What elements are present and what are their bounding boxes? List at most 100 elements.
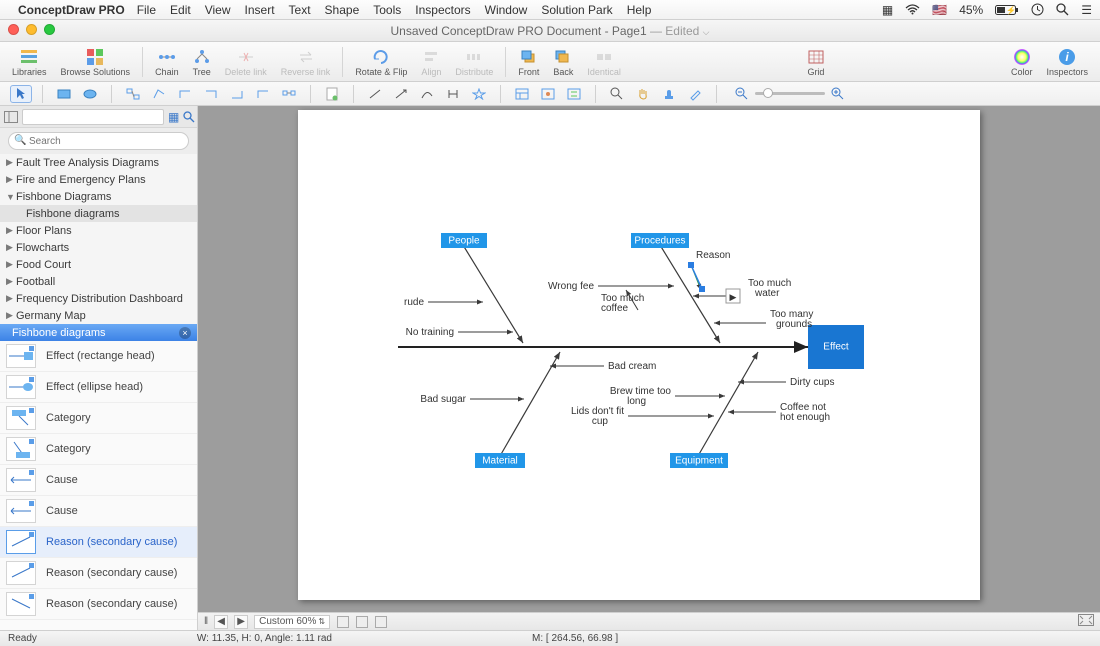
menu-text[interactable]: Text [289,3,311,17]
menu-view[interactable]: View [205,3,231,17]
shape-item-selected[interactable]: Reason (secondary cause) [0,527,197,558]
close-library-icon[interactable]: × [179,327,191,339]
menu-help[interactable]: Help [627,3,652,17]
fit-view-icon[interactable] [1078,614,1094,629]
battery-icon[interactable]: ⚡ [995,4,1019,16]
grid-button[interactable]: Grid [801,43,830,81]
grid-view-icon[interactable]: ▦ [168,109,179,125]
zoom-level-select[interactable]: Custom 60% ⇅ [254,615,330,629]
search-input[interactable] [8,132,189,150]
minimize-window-button[interactable] [26,24,37,35]
zoom-knob[interactable] [763,88,773,98]
zoom-window-button[interactable] [44,24,55,35]
distribute-button[interactable]: Distribute [449,43,499,81]
tree-item[interactable]: ▶Frequency Distribution Dashboard [0,290,197,307]
rotate-flip-button[interactable]: Rotate & Flip [349,43,413,81]
dimension-tool[interactable] [442,85,464,103]
panel-toggle-icon[interactable] [4,109,18,125]
line-tool[interactable] [364,85,386,103]
identical-button[interactable]: Identical [581,43,627,81]
tree-subitem[interactable]: Fishbone diagrams [0,205,197,222]
zoom-in-icon[interactable] [831,87,845,101]
hand-tool[interactable] [632,85,654,103]
layout-tool-2[interactable] [537,85,559,103]
close-window-button[interactable] [8,24,19,35]
shape-item[interactable]: Reason (secondary cause) [0,589,197,620]
menu-window[interactable]: Window [485,3,528,17]
shape-item[interactable]: Reason (secondary cause) [0,558,197,589]
menu-solution-park[interactable]: Solution Park [541,3,612,17]
zoom-track[interactable] [755,92,825,95]
shape-item[interactable]: Effect (ellipse head) [0,372,197,403]
menu-edit[interactable]: Edit [170,3,191,17]
tree-item[interactable]: ▶Food Court [0,256,197,273]
flag-icon[interactable]: 🇺🇸 [932,3,947,17]
menu-shape[interactable]: Shape [325,3,360,17]
list-icon[interactable]: ☰ [1081,3,1092,17]
menu-tools[interactable]: Tools [373,3,401,17]
delete-link-button[interactable]: Delete link [219,43,273,81]
connector-tool-7[interactable] [278,85,300,103]
tree-item[interactable]: ▶Fire and Emergency Plans [0,171,197,188]
tree-button[interactable]: Tree [187,43,217,81]
align-button[interactable]: Align [415,43,447,81]
zoom-slider[interactable] [735,87,845,101]
tree-item[interactable]: ▶Floor Plans [0,222,197,239]
zoom-tool[interactable] [606,85,628,103]
spotlight-icon[interactable] [1056,3,1069,16]
connector-tool-1[interactable] [122,85,144,103]
canvas-viewport[interactable]: Effect People rude No training Procedure… [198,106,1100,612]
pointer-tool[interactable] [10,85,32,103]
color-button[interactable]: Color [1005,43,1039,81]
star-tool[interactable] [468,85,490,103]
tree-item[interactable]: ▶Flowcharts [0,239,197,256]
shape-item[interactable]: Category [0,403,197,434]
ellipse-tool[interactable] [79,85,101,103]
stamp-tool[interactable] [658,85,680,103]
reverse-link-button[interactable]: Reverse link [275,43,337,81]
connector-tool-6[interactable] [252,85,274,103]
libraries-button[interactable]: Libraries [6,43,53,81]
rect-tool[interactable] [53,85,75,103]
curve-tool[interactable] [416,85,438,103]
library-filter-input[interactable] [22,109,164,125]
window-controls [8,24,55,35]
next-page-button[interactable]: ▶ [234,615,248,629]
search-toggle-icon[interactable] [183,109,195,125]
back-button[interactable]: Back [547,43,579,81]
menu-inspectors[interactable]: Inspectors [415,3,470,17]
grid-menu-icon[interactable]: ▦ [882,3,893,17]
scroll-grip-icon[interactable]: ‖ [204,616,208,627]
connector-tool-2[interactable] [148,85,170,103]
shape-item[interactable]: Effect (rectange head) [0,341,197,372]
prev-page-button[interactable]: ◀ [214,615,228,629]
shape-item[interactable]: Category [0,434,197,465]
tree-item[interactable]: ▶Football [0,273,197,290]
chain-button[interactable]: Chain [149,43,185,81]
shape-item[interactable]: Cause [0,496,197,527]
app-name[interactable]: ConceptDraw PRO [18,3,125,17]
front-button[interactable]: Front [512,43,545,81]
browse-solutions-button[interactable]: Browse Solutions [55,43,137,81]
layout-tool-3[interactable] [563,85,585,103]
pen-tool[interactable] [684,85,706,103]
shape-item[interactable]: Cause [0,465,197,496]
menu-file[interactable]: File [137,3,156,17]
tree-item[interactable]: ▶Fault Tree Analysis Diagrams [0,154,197,171]
svg-text:rude: rude [404,297,424,308]
page-tool[interactable] [321,85,343,103]
document-page[interactable]: Effect People rude No training Procedure… [298,110,980,600]
tree-item[interactable]: ▼Fishbone Diagrams [0,188,197,205]
layout-tool-1[interactable] [511,85,533,103]
inspectors-button[interactable]: i Inspectors [1040,43,1094,81]
zoom-out-icon[interactable] [735,87,749,101]
arrow-tool[interactable] [390,85,412,103]
menu-insert[interactable]: Insert [245,3,275,17]
active-library-header[interactable]: Fishbone diagrams × [0,324,197,341]
connector-tool-3[interactable] [174,85,196,103]
clock-icon[interactable] [1031,3,1044,16]
tree-item[interactable]: ▶Germany Map [0,307,197,324]
wifi-icon[interactable] [905,4,920,15]
connector-tool-4[interactable] [200,85,222,103]
connector-tool-5[interactable] [226,85,248,103]
